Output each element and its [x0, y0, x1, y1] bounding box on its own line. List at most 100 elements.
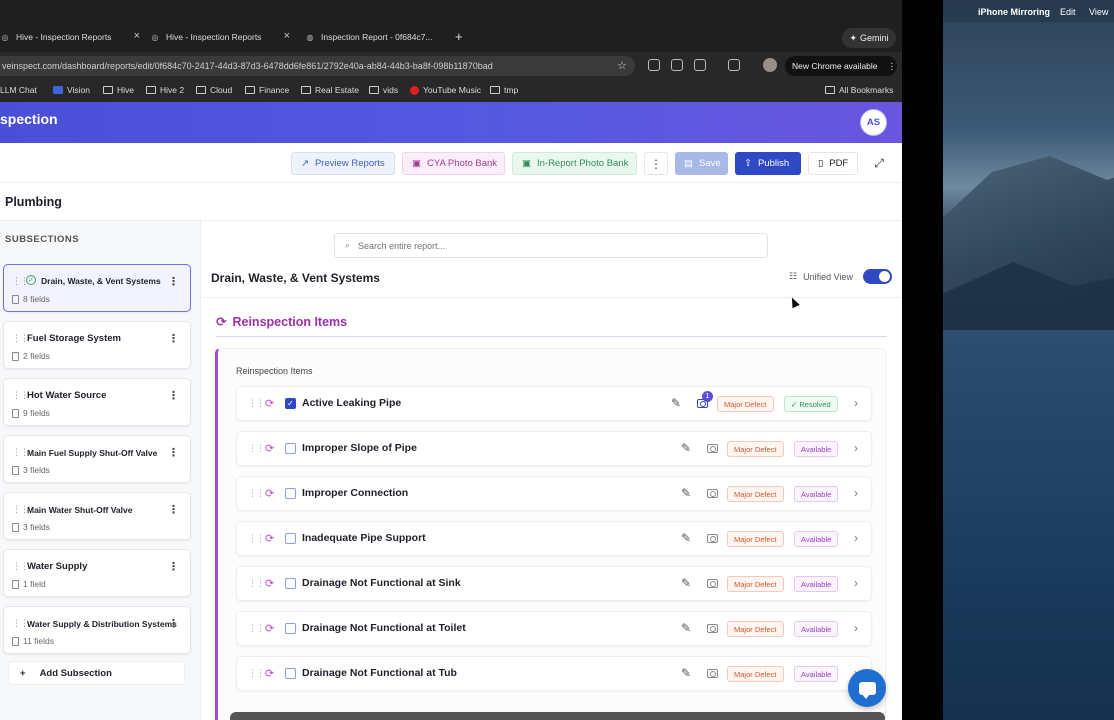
chrome-update-button[interactable]: New Chrome available ⋮	[785, 56, 897, 76]
pencil-icon[interactable]: ✎	[681, 666, 691, 680]
bookmark-vision[interactable]: Vision	[53, 85, 90, 95]
drag-handle-icon[interactable]: ⋮⋮	[248, 443, 265, 454]
subsection-item-water-supply-distribution[interactable]: ⋮⋮ Water Supply & Distribution Systems ⋮…	[3, 606, 191, 654]
cya-photo-bank-button[interactable]: ▣ CYA Photo Bank	[402, 152, 505, 175]
drag-handle-icon[interactable]: ⋮⋮	[12, 333, 29, 344]
menu-view[interactable]: View	[1089, 7, 1108, 17]
all-bookmarks[interactable]: All Bookmarks	[825, 85, 893, 95]
item-checkbox[interactable]	[285, 668, 296, 679]
tab-3[interactable]: ◍ Inspection Report - 0f684c7...	[305, 28, 445, 46]
cast-icon[interactable]	[728, 59, 740, 71]
pdf-button[interactable]: ▯ PDF	[808, 152, 858, 175]
subsection-item-fuel-storage[interactable]: ⋮⋮ Fuel Storage System ⋮ 2 fields	[3, 321, 191, 369]
add-subsection-button[interactable]: + Add Subsection	[8, 661, 185, 685]
preview-reports-button[interactable]: ↗ Preview Reports	[291, 152, 395, 175]
profile-avatar[interactable]	[763, 58, 777, 72]
search-input[interactable]	[358, 240, 739, 251]
chevron-right-icon[interactable]: ›	[854, 396, 858, 410]
kebab-icon[interactable]: ⋮	[168, 332, 179, 345]
drag-handle-icon[interactable]: ⋮⋮	[248, 668, 265, 679]
expand-button[interactable]: ⤢	[868, 152, 890, 175]
bookmark-llm-chat[interactable]: LLM Chat	[0, 85, 37, 95]
subsection-item-drain-waste-vent[interactable]: ⋮⋮ ✓ Drain, Waste, & Vent Systems ⋮ 8 fi…	[3, 264, 191, 312]
drag-handle-icon[interactable]: ⋮⋮	[12, 447, 29, 458]
tab-2[interactable]: ◎ Hive - Inspection Reports ×	[150, 28, 291, 46]
pencil-icon[interactable]: ✎	[681, 441, 691, 455]
drag-handle-icon[interactable]: ⋮⋮	[248, 398, 265, 409]
drag-handle-icon[interactable]: ⋮⋮	[248, 533, 265, 544]
mail-icon[interactable]	[671, 59, 683, 71]
camera-icon[interactable]	[707, 534, 718, 543]
reinspection-row[interactable]: ⋮⋮ ⟳ ✓ Active Leaking Pipe ✎ 1 Major Def…	[236, 386, 872, 421]
address-bar[interactable]: veinspect.com/dashboard/reports/edit/0f6…	[0, 56, 635, 76]
kebab-icon[interactable]: ⋮	[168, 275, 179, 288]
drag-handle-icon[interactable]: ⋮⋮	[248, 623, 265, 634]
chevron-right-icon[interactable]: ›	[854, 576, 858, 590]
bookmark-cloud[interactable]: Cloud	[196, 85, 232, 95]
bookmark-hive-2[interactable]: Hive 2	[146, 85, 184, 95]
kebab-icon[interactable]: ⋮	[168, 503, 179, 516]
bookmark-hive[interactable]: Hive	[103, 85, 134, 95]
chevron-right-icon[interactable]: ›	[854, 486, 858, 500]
item-checkbox[interactable]	[285, 623, 296, 634]
subsection-item-main-fuel-shutoff[interactable]: ⋮⋮ Main Fuel Supply Shut-Off Valve ⋮ 3 f…	[3, 435, 191, 483]
reinspection-row[interactable]: ⋮⋮ ⟳ Drainage Not Functional at Tub ✎ Ma…	[236, 656, 872, 691]
drag-handle-icon[interactable]: ⋮⋮	[12, 390, 29, 401]
tab-1[interactable]: ◎ Hive - Inspection Reports ×	[0, 28, 141, 46]
subsection-item-main-water-shutoff[interactable]: ⋮⋮ Main Water Shut-Off Valve ⋮ 3 fields	[3, 492, 191, 540]
publish-button[interactable]: ⇧ Publish	[735, 152, 801, 175]
item-checkbox[interactable]	[285, 578, 296, 589]
reinspection-row[interactable]: ⋮⋮ ⟳ Drainage Not Functional at Sink ✎ M…	[236, 566, 872, 601]
drag-handle-icon[interactable]: ⋮⋮	[248, 488, 265, 499]
puzzle-icon[interactable]	[694, 59, 706, 71]
kebab-icon[interactable]: ⋮	[168, 446, 179, 459]
chevron-right-icon[interactable]: ›	[854, 621, 858, 635]
pencil-icon[interactable]: ✎	[681, 576, 691, 590]
drag-handle-icon[interactable]: ⋮⋮	[248, 578, 265, 589]
tab-close-icon[interactable]: ×	[134, 30, 140, 42]
camera-icon[interactable]	[707, 669, 718, 678]
bookmark-finance[interactable]: Finance	[245, 85, 289, 95]
reinspection-row[interactable]: ⋮⋮ ⟳ Inadequate Pipe Support ✎ Major Def…	[236, 521, 872, 556]
drag-handle-icon[interactable]: ⋮⋮	[12, 504, 29, 515]
chat-button[interactable]	[848, 669, 886, 707]
drag-handle-icon[interactable]: ⋮⋮	[12, 561, 29, 572]
save-button[interactable]: ▤ Save	[675, 152, 728, 175]
tab-close-icon[interactable]: ×	[284, 30, 290, 42]
menu-edit[interactable]: Edit	[1060, 7, 1076, 17]
camera-icon[interactable]	[707, 489, 718, 498]
item-checkbox[interactable]	[285, 443, 296, 454]
reinspection-row[interactable]: ⋮⋮ ⟳ Improper Connection ✎ Major Defect …	[236, 476, 872, 511]
reinspection-row[interactable]: ⋮⋮ ⟳ Drainage Not Functional at Toilet ✎…	[236, 611, 872, 646]
in-report-photo-bank-button[interactable]: ▣ In-Report Photo Bank	[512, 152, 637, 175]
chevron-right-icon[interactable]: ›	[854, 441, 858, 455]
drag-handle-icon[interactable]: ⋮⋮	[12, 618, 29, 629]
reinspection-row[interactable]: ⋮⋮ ⟳ Improper Slope of Pipe ✎ Major Defe…	[236, 431, 872, 466]
new-tab-button[interactable]: +	[455, 29, 463, 44]
pencil-icon[interactable]: ✎	[681, 621, 691, 635]
camera-icon[interactable]	[707, 579, 718, 588]
gemini-button[interactable]: ✦ Gemini	[842, 28, 896, 48]
kebab-icon[interactable]: ⋮	[168, 617, 179, 630]
item-checkbox[interactable]	[285, 533, 296, 544]
menu-app-name[interactable]: iPhone Mirroring	[978, 7, 1050, 17]
more-options-button[interactable]: ⋮	[644, 152, 668, 175]
subsection-item-water-supply[interactable]: ⋮⋮ Water Supply ⋮ 1 field	[3, 549, 191, 597]
user-avatar[interactable]: AS	[860, 109, 887, 136]
bookmark-vids[interactable]: vids	[369, 85, 398, 95]
bookmark-tmp[interactable]: tmp	[490, 85, 518, 95]
kebab-icon[interactable]: ⋮	[168, 560, 179, 573]
item-checkbox[interactable]	[285, 488, 296, 499]
bookmark-star-icon[interactable]: ☆	[617, 59, 627, 72]
search-bar[interactable]: ⌕	[334, 233, 768, 258]
camera-icon[interactable]	[707, 444, 718, 453]
extension-icon[interactable]	[648, 59, 660, 71]
pencil-icon[interactable]: ✎	[681, 531, 691, 545]
bookmark-youtube-music[interactable]: YouTube Music	[410, 85, 481, 95]
unified-view-toggle[interactable]	[862, 269, 892, 284]
pencil-icon[interactable]: ✎	[681, 486, 691, 500]
bookmark-real-estate[interactable]: Real Estate	[301, 85, 359, 95]
chevron-right-icon[interactable]: ›	[854, 531, 858, 545]
item-checkbox[interactable]: ✓	[285, 398, 296, 409]
pencil-icon[interactable]: ✎	[671, 396, 681, 410]
